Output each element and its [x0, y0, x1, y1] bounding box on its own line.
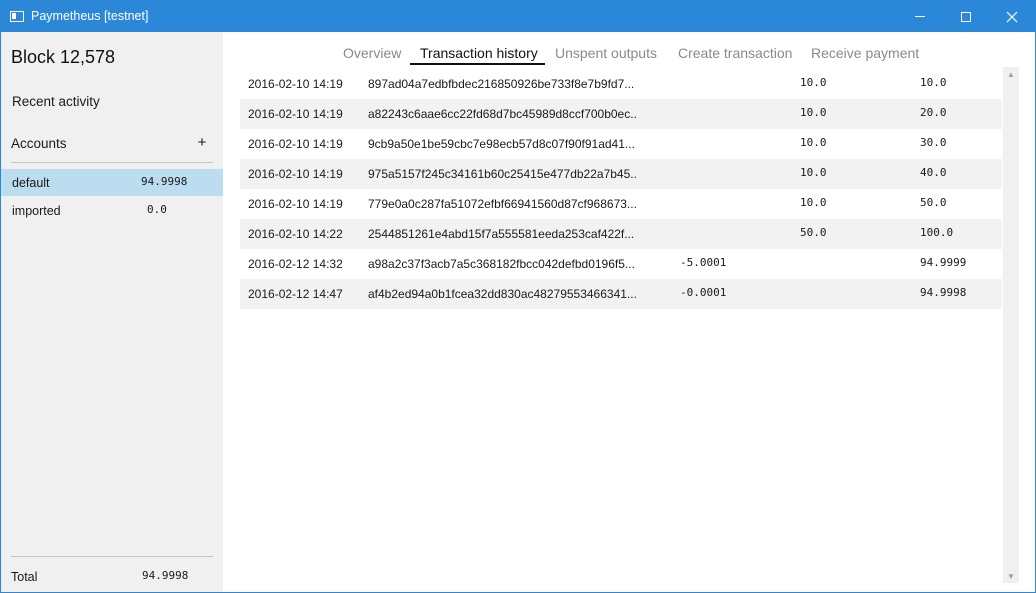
tx-credit: 50.0 — [800, 226, 827, 239]
tx-date: 2016-02-12 14:32 — [248, 257, 343, 271]
tx-balance: 94.9998 — [920, 286, 967, 299]
close-button[interactable] — [989, 1, 1035, 32]
tab-receive-payment[interactable]: Receive payment — [811, 45, 919, 61]
tab-create-transaction[interactable]: Create transaction — [678, 45, 792, 61]
chevron-up-icon[interactable]: ▲ — [1003, 67, 1019, 81]
tx-hash: 9cb9a50e1be59cbc7e98ecb57d8c07f90f91ad41… — [368, 137, 635, 151]
close-icon — [1006, 11, 1018, 22]
tx-debit: -5.0001 — [680, 256, 727, 269]
table-row[interactable]: 2016-02-10 14:22 2544851261e4abd15f7a555… — [240, 219, 1002, 249]
total-value: 94.9998 — [142, 569, 189, 582]
tab-overview[interactable]: Overview — [343, 45, 401, 61]
tx-credit: 10.0 — [800, 196, 827, 209]
table-row[interactable]: 2016-02-10 14:19 975a5157f245c34161b60c2… — [240, 159, 1002, 189]
table-row[interactable]: 2016-02-10 14:19 a82243c6aae6cc22fd68d7b… — [240, 99, 1002, 129]
account-balance: 94.9998 — [141, 175, 188, 188]
chevron-down-icon[interactable]: ▼ — [1003, 569, 1019, 583]
table-row[interactable]: 2016-02-10 14:19 779e0a0c287fa51072efbf6… — [240, 189, 1002, 219]
tx-balance: 100.0 — [920, 226, 954, 239]
minimize-icon — [915, 16, 925, 17]
tx-balance: 94.9999 — [920, 256, 967, 269]
tx-hash: a82243c6aae6cc22fd68d7bc45989d8ccf700b0e… — [368, 107, 638, 121]
tx-date: 2016-02-10 14:19 — [248, 77, 343, 91]
tx-credit: 10.0 — [800, 166, 827, 179]
tx-credit: 10.0 — [800, 76, 827, 89]
title-bar: Paymetheus [testnet] — [1, 1, 1035, 32]
tx-hash: 2544851261e4abd15f7a555581eeda253caf422f… — [368, 227, 635, 241]
tx-balance: 30.0 — [920, 136, 947, 149]
active-tab-indicator — [410, 63, 545, 65]
window-icon — [10, 11, 24, 22]
tx-hash: 779e0a0c287fa51072efbf66941560d87cf96867… — [368, 197, 637, 211]
account-name: imported — [12, 204, 61, 218]
tx-hash: af4b2ed94a0b1fcea32dd830ac48279553466341… — [368, 287, 637, 301]
add-account-button[interactable]: + — [195, 134, 209, 151]
table-row[interactable]: 2016-02-10 14:19 897ad04a7edbfbdec216850… — [240, 69, 1002, 99]
account-item-imported[interactable]: imported 0.0 — [1, 197, 223, 224]
accounts-divider — [11, 162, 213, 163]
tx-date: 2016-02-10 14:19 — [248, 107, 343, 121]
app-window: Paymetheus [testnet] Block 12,578 Recent… — [0, 0, 1036, 593]
tx-date: 2016-02-10 14:22 — [248, 227, 343, 241]
block-height: Block 12,578 — [11, 47, 116, 67]
tx-debit: -0.0001 — [680, 286, 727, 299]
tx-hash: a98a2c37f3acb7a5c368182fbcc042defbd0196f… — [368, 257, 635, 271]
tx-credit: 10.0 — [800, 136, 827, 149]
vertical-scrollbar[interactable]: ▲ ▼ — [1003, 67, 1019, 583]
tab-unspent-outputs[interactable]: Unspent outputs — [555, 45, 657, 61]
tx-balance: 50.0 — [920, 196, 947, 209]
sidebar: Block 12,578 Recent activity Accounts + … — [1, 32, 223, 592]
window-title: Paymetheus [testnet] — [31, 9, 149, 23]
tx-hash: 975a5157f245c34161b60c25415e477db22a7b45… — [368, 167, 638, 181]
minimize-button[interactable] — [897, 1, 943, 32]
maximize-button[interactable] — [943, 1, 989, 32]
tx-balance: 40.0 — [920, 166, 947, 179]
account-balance: 0.0 — [147, 203, 167, 216]
table-row[interactable]: 2016-02-12 14:47 af4b2ed94a0b1fcea32dd83… — [240, 279, 1002, 309]
table-row[interactable]: 2016-02-10 14:19 9cb9a50e1be59cbc7e98ecb… — [240, 129, 1002, 159]
tx-hash: 897ad04a7edbfbdec216850926be733f8e7b9fd7… — [368, 77, 635, 91]
total-divider — [11, 556, 213, 557]
maximize-icon — [961, 11, 971, 22]
tx-date: 2016-02-10 14:19 — [248, 137, 343, 151]
tx-balance: 10.0 — [920, 76, 947, 89]
account-name: default — [12, 176, 50, 190]
tx-balance: 20.0 — [920, 106, 947, 119]
tab-transaction-history[interactable]: Transaction history — [420, 45, 538, 61]
tx-credit: 10.0 — [800, 106, 827, 119]
tx-date: 2016-02-12 14:47 — [248, 287, 343, 301]
table-row[interactable]: 2016-02-12 14:32 a98a2c37f3acb7a5c368182… — [240, 249, 1002, 279]
accounts-heading: Accounts — [11, 136, 67, 151]
account-item-default[interactable]: default 94.9998 — [1, 169, 223, 196]
tx-date: 2016-02-10 14:19 — [248, 167, 343, 181]
recent-activity-link[interactable]: Recent activity — [12, 94, 100, 109]
tx-date: 2016-02-10 14:19 — [248, 197, 343, 211]
total-label: Total — [11, 570, 38, 584]
